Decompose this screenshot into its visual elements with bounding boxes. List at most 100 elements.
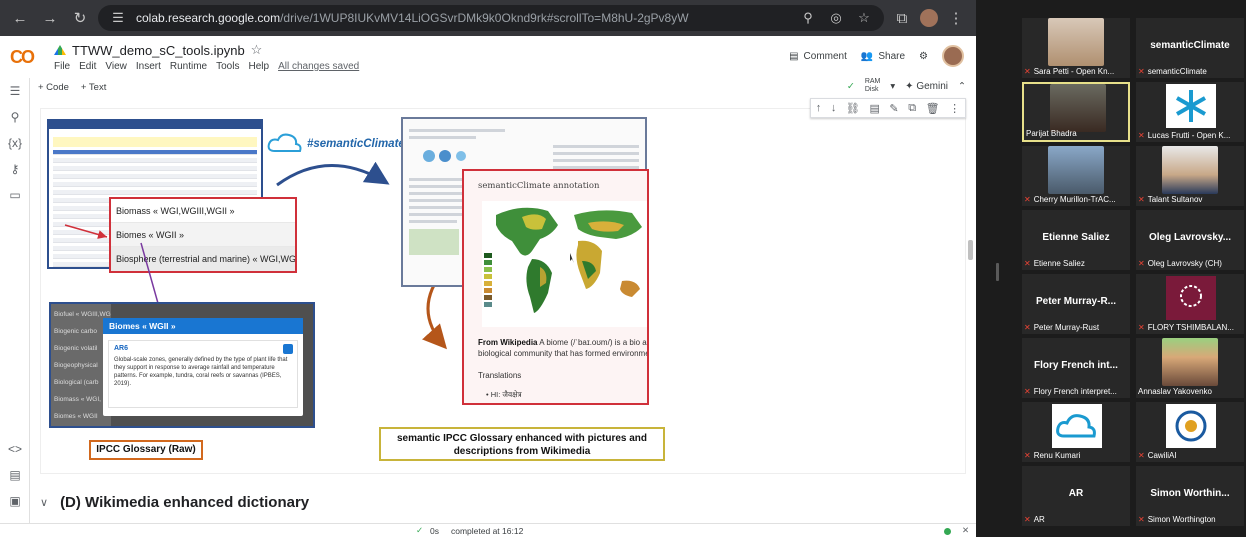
extensions-icon[interactable]: ⧉ xyxy=(890,6,914,30)
secrets-key-icon[interactable]: ⚷ xyxy=(0,156,30,182)
share-label: Share xyxy=(878,50,906,62)
glossary-definition-text: Global-scale zones, generally defined by… xyxy=(114,357,288,387)
command-palette-icon[interactable]: ▤ xyxy=(0,462,30,488)
mic-muted-icon: ✕ xyxy=(1024,195,1031,204)
move-down-icon[interactable]: ↓ xyxy=(831,102,837,114)
participant-name: Flory French interpret... xyxy=(1033,387,1117,396)
participant-tile[interactable]: ✕ Renu Kumari xyxy=(1022,402,1130,462)
search-icon[interactable]: ⚲ xyxy=(0,104,30,130)
menu-view[interactable]: View xyxy=(105,61,127,72)
mic-muted-icon: ✕ xyxy=(1024,259,1031,268)
mic-muted-icon: ✕ xyxy=(1024,451,1031,460)
glossary-definition-card: Biomes « WGII » AR6 Global-scale zones, … xyxy=(103,318,303,416)
menu-bar: File Edit View Insert Runtime Tools Help… xyxy=(54,61,359,72)
glossary-ar-label: AR6 xyxy=(114,345,129,352)
ipcc-glossary-raw-label: IPCC Glossary (Raw) xyxy=(89,440,203,460)
more-vert-icon[interactable]: ⋮ xyxy=(949,102,960,115)
menu-tools[interactable]: Tools xyxy=(216,61,239,72)
panel-resize-handle[interactable] xyxy=(996,263,999,281)
participant-tile[interactable]: ✕ Sara Petti - Open Kn... xyxy=(1022,18,1130,78)
participant-name: Annaslav Yakovenko xyxy=(1138,387,1212,396)
comment-button[interactable]: ▤ Comment xyxy=(789,51,847,62)
menu-insert[interactable]: Insert xyxy=(136,61,161,72)
zoom-icon[interactable]: ⚲ xyxy=(798,10,818,26)
participant-tile[interactable]: Peter Murray-R... ✕ Peter Murray-Rust xyxy=(1022,274,1130,334)
collapse-chevron-icon[interactable]: ⌃ xyxy=(958,81,966,92)
raw-glossary-popup-screenshot: Biofuel « WGIII,WGII » Biogenic carbo Bi… xyxy=(49,302,315,428)
gemini-button[interactable]: ✦ Gemini xyxy=(905,81,948,92)
code-snippets-icon[interactable]: <> xyxy=(0,436,30,462)
menu-file[interactable]: File xyxy=(54,61,70,72)
eye-off-icon[interactable]: ◎ xyxy=(826,10,846,26)
blue-arrow xyxy=(276,161,390,187)
mic-muted-icon: ✕ xyxy=(1024,515,1031,524)
kebab-menu-icon[interactable]: ⋮ xyxy=(944,6,968,30)
participant-tile[interactable]: ✕ Lucas Frutti - Open K... xyxy=(1136,82,1244,142)
move-up-icon[interactable]: ↑ xyxy=(816,102,822,114)
delete-trash-icon[interactable]: 🗑 xyxy=(926,102,940,115)
close-status-icon[interactable]: ✕ xyxy=(962,525,969,536)
save-status[interactable]: All changes saved xyxy=(278,61,359,72)
text-cell[interactable]: Biomass « WGI,WGIII,WGII » Biomes « WGII… xyxy=(40,108,966,474)
ram-disk-indicator[interactable]: RAM Disk xyxy=(865,78,881,94)
participant-tile[interactable]: ✕ Talant Sultanov xyxy=(1136,146,1244,206)
participant-tile[interactable]: ✕ FLORY TSHIMBALAN... xyxy=(1136,274,1244,334)
profile-avatar[interactable] xyxy=(920,9,938,27)
site-settings-icon[interactable]: ☰ xyxy=(108,10,128,26)
edit-pencil-icon[interactable]: ✎ xyxy=(889,102,898,115)
add-code-button[interactable]: + Code xyxy=(38,82,69,93)
disk-label: Disk xyxy=(864,86,879,93)
participant-tile[interactable]: AR ✕ AR xyxy=(1022,466,1130,526)
bookmark-star-icon[interactable]: ☆ xyxy=(854,10,874,26)
colab-logo[interactable]: CO xyxy=(10,47,46,68)
comment-label: Comment xyxy=(803,50,847,62)
terminal-icon[interactable]: ▣ xyxy=(0,488,30,514)
back-arrow-icon[interactable]: ← xyxy=(8,6,32,30)
completion-status: completed at 16:12 xyxy=(451,525,524,536)
participant-tile[interactable]: Annaslav Yakovenko xyxy=(1136,338,1244,398)
participant-tile[interactable]: Flory French int... ✕ Flory French interp… xyxy=(1022,338,1130,398)
user-avatar[interactable] xyxy=(942,45,964,67)
participant-display-name: Simon Worthin... xyxy=(1150,488,1230,499)
forward-arrow-icon[interactable]: → xyxy=(38,6,62,30)
participant-tile[interactable]: Simon Worthin... ✕ Simon Worthington xyxy=(1136,466,1244,526)
share-button[interactable]: 👥 Share xyxy=(861,51,905,62)
menu-edit[interactable]: Edit xyxy=(79,61,96,72)
semanticclimate-logo-text: #semanticClimate xyxy=(307,138,405,150)
star-icon[interactable]: ☆ xyxy=(251,42,263,58)
mic-muted-icon: ✕ xyxy=(1024,323,1031,332)
participant-name: CawiliAI xyxy=(1147,451,1177,460)
participant-tile[interactable]: ✕ CawiliAI xyxy=(1136,402,1244,462)
address-bar[interactable]: ☰ colab.research.google.com/drive/1WUP8I… xyxy=(98,5,884,31)
cloud-logo-icon xyxy=(1056,414,1096,438)
menu-runtime[interactable]: Runtime xyxy=(170,61,207,72)
participant-tile[interactable]: ✕ Cherry Murillon-TrAC... xyxy=(1022,146,1130,206)
participant-name: Lucas Frutti - Open K... xyxy=(1147,131,1231,140)
semanticclimate-logo: #semanticClimate xyxy=(267,131,405,157)
mirror-cell-icon[interactable]: ⧉ xyxy=(908,102,916,115)
participant-display-name: Flory French int... xyxy=(1034,360,1118,371)
participant-name: Cherry Murillon-TrAC... xyxy=(1033,195,1116,204)
variables-icon[interactable]: {x} xyxy=(0,130,30,156)
settings-gear-icon[interactable]: ⚙ xyxy=(919,51,928,62)
add-text-button[interactable]: + Text xyxy=(81,82,106,93)
section-header[interactable]: ∨ (D) Wikimedia enhanced dictionary xyxy=(40,494,309,511)
notebook-title[interactable]: TTWW_demo_sC_tools.ipynb xyxy=(72,43,245,58)
url-text[interactable]: colab.research.google.com/drive/1WUP8IUK… xyxy=(136,11,790,25)
mic-muted-icon: ✕ xyxy=(1138,515,1145,524)
collapse-section-chevron-icon[interactable]: ∨ xyxy=(40,496,48,509)
chevron-down-icon[interactable]: ▾ xyxy=(890,81,895,92)
comment-cell-icon[interactable]: ▤ xyxy=(869,102,879,115)
participant-tile[interactable]: Etienne Saliez ✕ Etienne Saliez xyxy=(1022,210,1130,270)
menu-help[interactable]: Help xyxy=(248,61,269,72)
table-of-contents-icon[interactable]: ☰ xyxy=(0,78,30,104)
notebook-scrollbar[interactable] xyxy=(968,240,973,260)
files-folder-icon[interactable]: ▭ xyxy=(0,182,30,208)
link-icon[interactable]: ⛓ xyxy=(846,102,860,115)
participant-tile[interactable]: Oleg Lavrovsky... ✕ Oleg Lavrovsky (CH) xyxy=(1136,210,1244,270)
participant-tile-active-speaker[interactable]: Parijat Bhadra xyxy=(1022,82,1130,142)
reload-icon[interactable]: ↻ xyxy=(68,6,92,30)
participant-video xyxy=(1050,84,1106,132)
participant-tile[interactable]: semanticClimate ✕ semanticClimate xyxy=(1136,18,1244,78)
mic-muted-icon: ✕ xyxy=(1138,323,1145,332)
